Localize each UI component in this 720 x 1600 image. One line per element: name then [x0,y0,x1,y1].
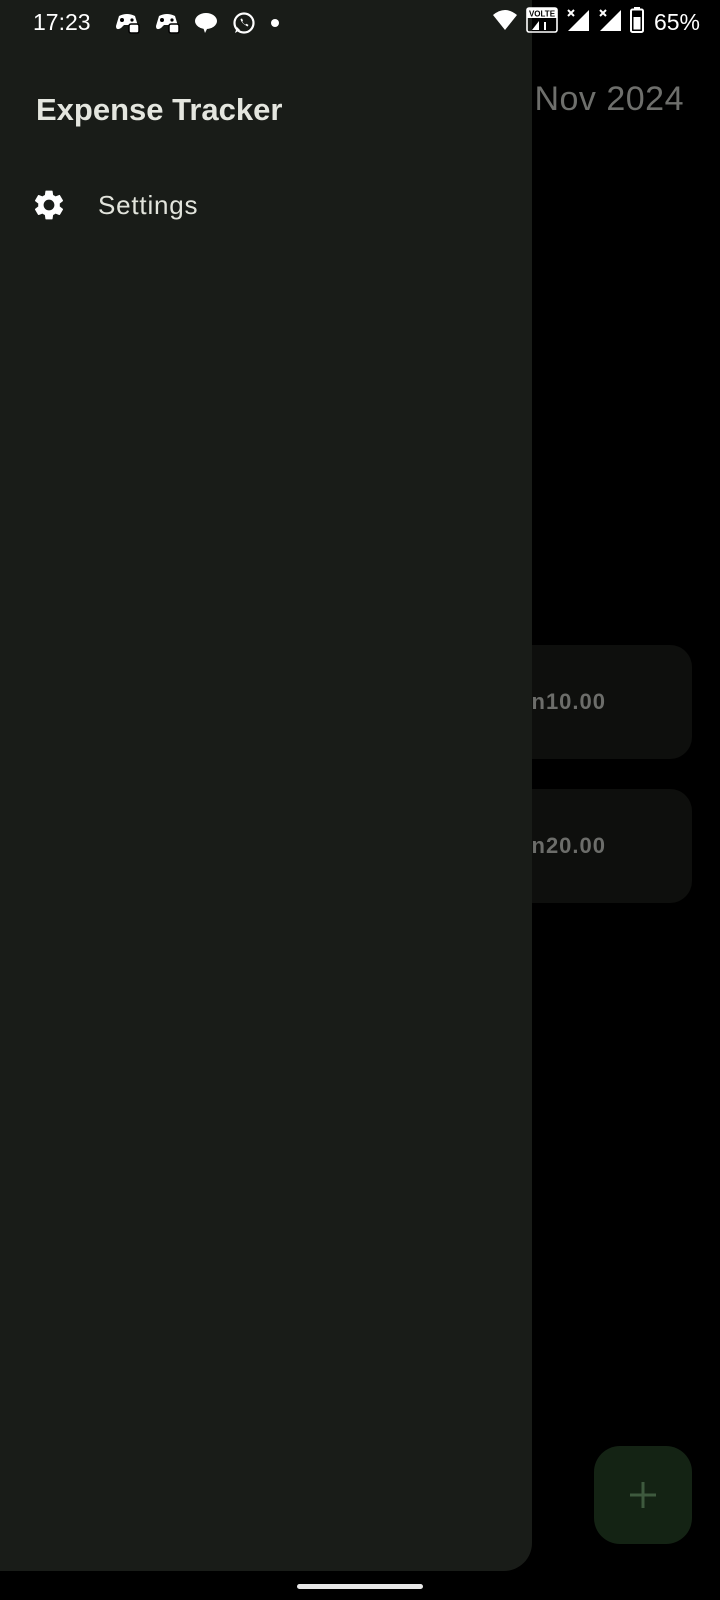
system-icons: VOLTE 65% [492,6,700,38]
plus-icon [630,1482,656,1508]
signal-icon [566,8,590,37]
whatsapp-icon [232,11,256,35]
volte-label: VOLTE [529,9,556,18]
navigation-drawer: Expense Tracker Settings [0,0,532,1571]
gesture-bar[interactable] [297,1584,423,1589]
expense-amount: n10.00 [531,689,606,714]
volte-icon: VOLTE [526,6,558,38]
notification-icons [114,10,280,36]
battery-percent: 65% [653,8,700,35]
battery-icon [629,6,644,38]
chat-bubble-icon [194,12,218,34]
drawer-item-settings[interactable]: Settings [0,170,532,240]
add-expense-button[interactable] [594,1446,692,1544]
month-title: Nov 2024 [534,80,684,118]
game-controller-icon [114,12,140,34]
status-bar: 17:23 VOLTE 65% [0,0,720,44]
dot-icon [270,18,280,28]
gear-icon [34,190,64,220]
drawer-title: Expense Tracker [36,92,283,127]
drawer-item-label: Settings [98,190,199,220]
signal-icon [598,8,622,37]
expense-amount: n20.00 [531,833,606,858]
wifi-icon [492,9,518,36]
game-controller-icon [154,12,180,34]
status-time: 17:23 [33,9,91,35]
